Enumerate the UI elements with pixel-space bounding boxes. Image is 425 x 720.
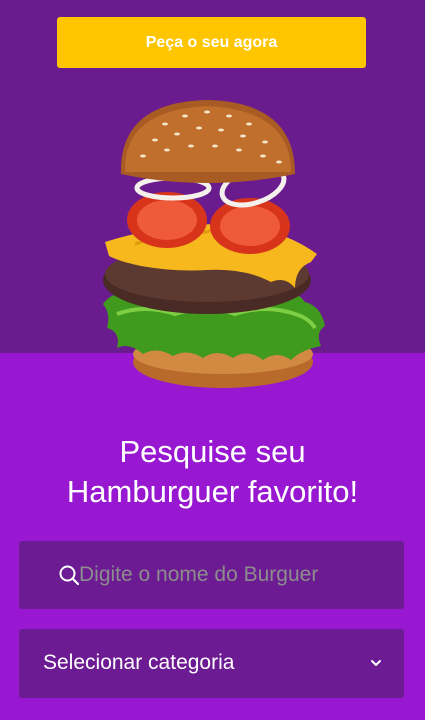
page-title: Pesquise seu Hamburguer favorito!	[0, 432, 425, 512]
category-select[interactable]: Selecionar categoria	[19, 629, 404, 698]
hero-section: Peça o seu agora	[0, 0, 425, 388]
search-input[interactable]	[79, 541, 397, 609]
search-field[interactable]	[19, 541, 404, 609]
title-line-1: Pesquise seu	[119, 434, 306, 469]
search-icon	[59, 565, 80, 586]
title-line-2: Hamburguer favorito!	[66, 474, 359, 509]
burger-image	[103, 100, 325, 388]
category-select-label: Selecionar categoria	[43, 651, 235, 674]
order-now-button[interactable]: Peça o seu agora	[57, 17, 366, 68]
chevron-down-icon	[371, 660, 381, 666]
